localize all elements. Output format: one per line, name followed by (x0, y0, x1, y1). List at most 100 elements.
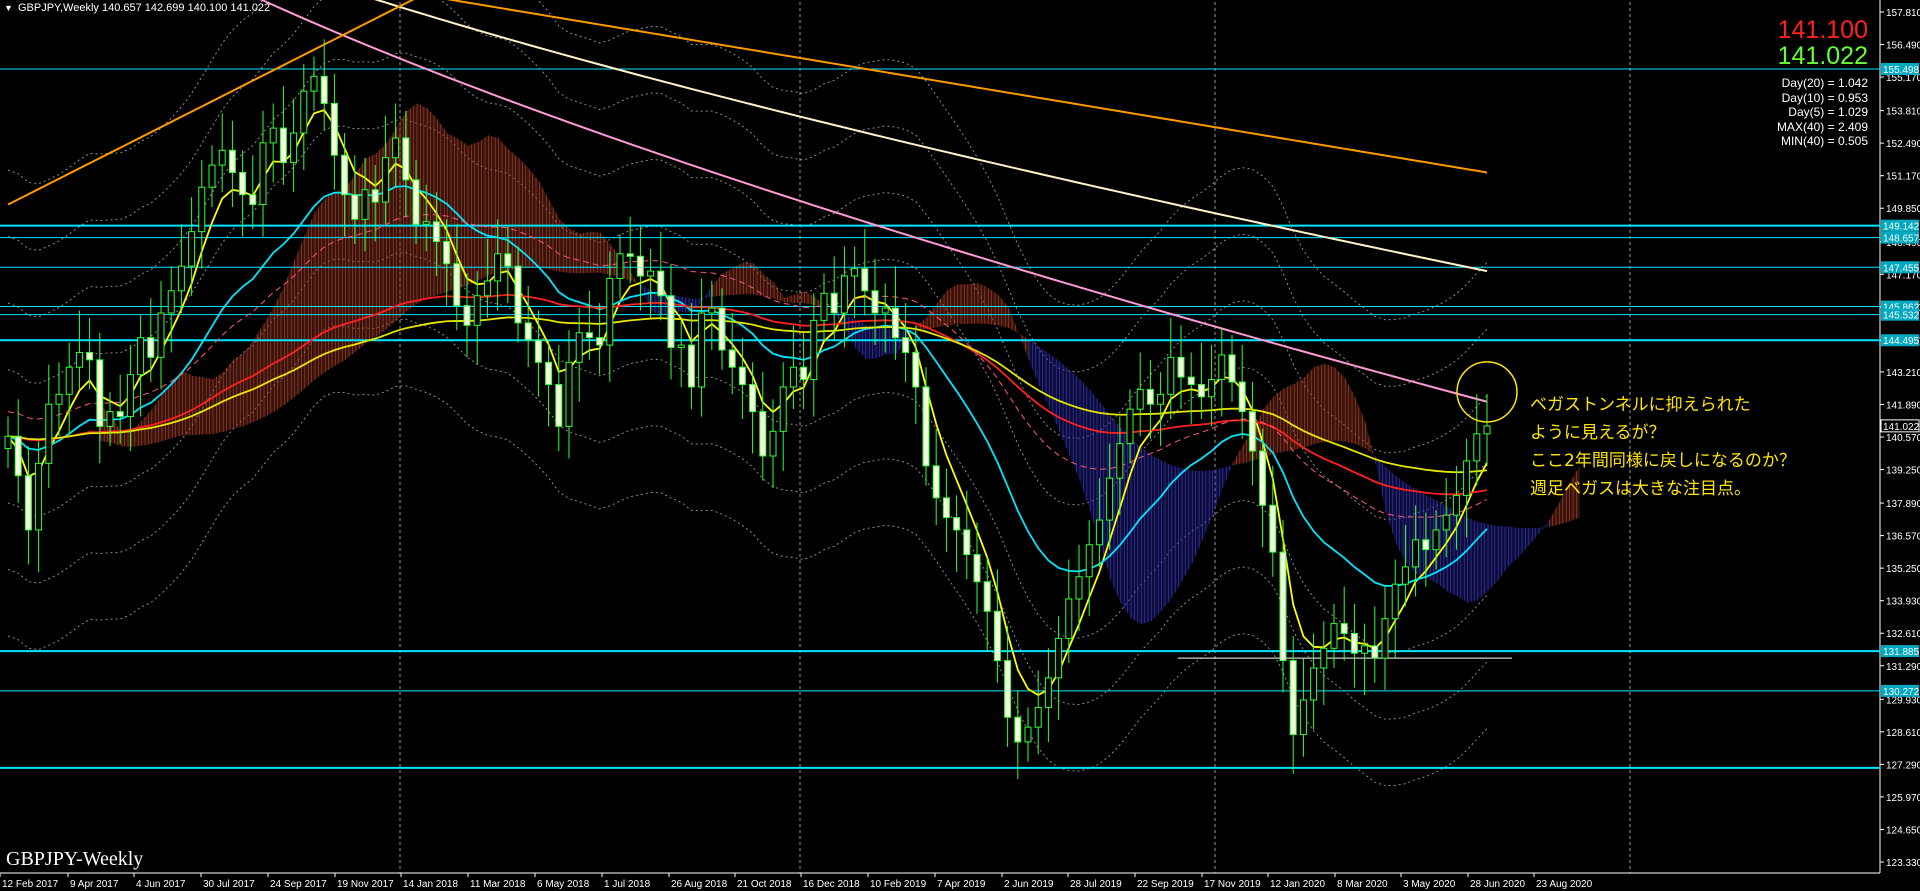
x-tick-label: 19 Nov 2017 (337, 879, 394, 890)
candle-body (616, 253, 624, 279)
ichimoku-cloud (957, 284, 968, 325)
candle-body (24, 475, 32, 531)
candle-body (1197, 383, 1205, 398)
ichimoku-cloud (529, 168, 540, 268)
candle-body (35, 462, 43, 531)
x-tick-label: 22 Sep 2019 (1137, 879, 1194, 890)
ichimoku-cloud (223, 359, 234, 432)
candle-body (871, 290, 879, 314)
candle-body (1055, 637, 1063, 679)
ichimoku-cloud (763, 274, 775, 299)
ichimoku-cloud (1386, 467, 1397, 545)
price-label: 141.022 (1883, 422, 1920, 433)
ichimoku-cloud (1059, 361, 1070, 457)
ichimoku-cloud (784, 294, 795, 303)
candle-body (310, 75, 318, 92)
candle-body (1034, 706, 1042, 728)
candle-body (147, 337, 155, 358)
candle-body (534, 339, 542, 363)
ichimoku-cloud (712, 273, 724, 297)
candle-body (861, 268, 869, 292)
candle-body (902, 337, 910, 353)
candle-body (320, 75, 328, 104)
ichimoku-cloud (1488, 524, 1499, 591)
candle-body (1085, 544, 1093, 578)
price-label: 145.532 (1883, 311, 1920, 322)
candle-body (1259, 450, 1267, 506)
ichimoku-cloud (570, 229, 581, 274)
candle-body (290, 132, 298, 164)
ichimoku-cloud (1508, 526, 1519, 567)
ichimoku-cloud (519, 158, 530, 269)
candle-body (993, 610, 1001, 662)
candle-body (1187, 376, 1195, 385)
bid-price: 141.022 (1777, 42, 1868, 70)
dropdown-triangle-icon[interactable]: ▼ (4, 3, 13, 13)
ichimoku-cloud (1192, 470, 1203, 564)
candle-body (626, 253, 634, 257)
ichimoku-cloud (1273, 388, 1285, 455)
x-tick-label: 30 Jul 2017 (203, 879, 255, 890)
ichimoku-cloud (1182, 468, 1193, 582)
ichimoku-cloud (1539, 520, 1550, 534)
candle-body (840, 275, 848, 314)
candle-body (565, 361, 573, 427)
candle-body (606, 277, 614, 346)
annotation-line-4: 週足ベガスは大きな注目点。 (1530, 479, 1751, 499)
ichimoku-cloud (264, 306, 275, 418)
candle-body (1269, 504, 1277, 553)
candle-body (167, 290, 175, 314)
candle-body (65, 366, 73, 395)
x-tick-label: 6 May 2018 (537, 879, 590, 890)
candle-body (963, 529, 971, 556)
candle-body (1422, 539, 1430, 551)
x-tick-label: 9 Apr 2017 (70, 879, 119, 890)
ohlc-label: 140.657 142.699 140.100 141.022 (101, 2, 271, 14)
candle-body (137, 337, 145, 376)
candle-body (973, 554, 981, 583)
stat-day20: Day(20) = 1.042 (1781, 76, 1868, 90)
price-label: 147.455 (1883, 263, 1920, 274)
ichimoku-cloud (804, 291, 815, 306)
ma-line-ema800 (7, 0, 1488, 206)
candle-body (810, 319, 818, 381)
candle-body (1157, 393, 1165, 405)
chart-window[interactable]: 157.810 156.490 155.170 153.810 152.490 151.1… (0, 0, 1920, 891)
y-tick-label: 157.810 (1886, 8, 1920, 19)
x-tick-label: 24 Sep 2017 (270, 879, 327, 890)
x-tick-label: 11 Mar 2018 (470, 879, 526, 890)
symbol-label: GBPJPY,Weekly (17, 2, 99, 14)
ichimoku-cloud (1202, 470, 1213, 541)
candle-body (851, 268, 859, 277)
ichimoku-cloud (865, 324, 877, 359)
ichimoku-cloud (1233, 444, 1244, 466)
y-tick-label: 124.650 (1886, 825, 1920, 836)
annotation-line-1: ベガストンネルに抑えられた (1530, 395, 1751, 415)
candle-body (55, 393, 63, 405)
candle-body (881, 307, 889, 314)
ichimoku-cloud (1049, 353, 1060, 432)
candle-body (106, 411, 114, 427)
ichimoku-cloud (284, 259, 295, 405)
y-tick-label: 133.930 (1886, 597, 1920, 608)
y-tick-label: 136.570 (1886, 532, 1920, 543)
ichimoku-cloud (1345, 378, 1356, 445)
candle-body (249, 194, 257, 206)
candle-body (422, 221, 430, 225)
candle-body (198, 186, 206, 233)
x-tick-label: 1 Jul 2018 (604, 879, 651, 890)
candle-body (1340, 623, 1348, 634)
chart-watermark: GBPJPY-Weekly (6, 848, 144, 870)
candle-body (239, 171, 247, 196)
candle-body (351, 194, 359, 220)
candle-body (1442, 514, 1450, 531)
candle-body (769, 430, 777, 457)
candle-body (1310, 667, 1318, 701)
ichimoku-cloud (600, 232, 611, 275)
candle-body (494, 253, 502, 282)
price-label: 144.495 (1883, 336, 1920, 347)
candle-body (667, 295, 675, 349)
candle-body (86, 351, 94, 361)
x-tick-label: 7 Apr 2019 (937, 879, 986, 890)
ichimoku-cloud (478, 135, 489, 281)
